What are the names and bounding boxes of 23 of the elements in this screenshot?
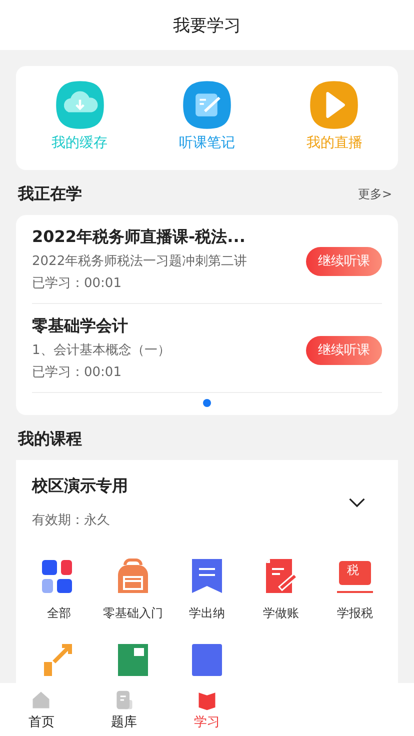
category-label[interactable]: 学做账	[263, 605, 299, 622]
section-title: 我的课程	[18, 429, 82, 450]
category-label[interactable]: 零基础入门	[103, 605, 163, 622]
chevron-icon[interactable]	[348, 497, 366, 508]
tab[interactable]: 学习	[166, 683, 248, 736]
study-time: 已学习：00:01	[32, 275, 122, 293]
category-label[interactable]: 学出纳	[189, 605, 225, 622]
page-dot[interactable]	[203, 399, 211, 407]
category-label[interactable]: 学报税	[337, 605, 373, 622]
category-label[interactable]: 全部	[47, 605, 71, 622]
course-name: 校区演示专用	[32, 476, 128, 497]
page-title: 我要学习	[173, 14, 241, 36]
tab[interactable]: 题库	[82, 683, 166, 736]
tab[interactable]: 首页	[0, 683, 83, 736]
lesson-title: 2022年税务师税法一习题冲刺第二讲	[32, 253, 248, 271]
tax-sign-text: 税	[347, 563, 359, 577]
section-title: 我正在学	[18, 184, 82, 205]
lesson-title: 1、会计基本概念（一）	[32, 342, 170, 360]
course-title[interactable]: 零基础学会计	[32, 316, 170, 337]
more-link[interactable]: 更多>	[358, 186, 392, 203]
course-title[interactable]: 2022年税务师直播课-税法...	[32, 227, 248, 248]
study-time: 已学习：00:01	[32, 364, 122, 382]
validity-text: 有效期：永久	[32, 512, 111, 529]
